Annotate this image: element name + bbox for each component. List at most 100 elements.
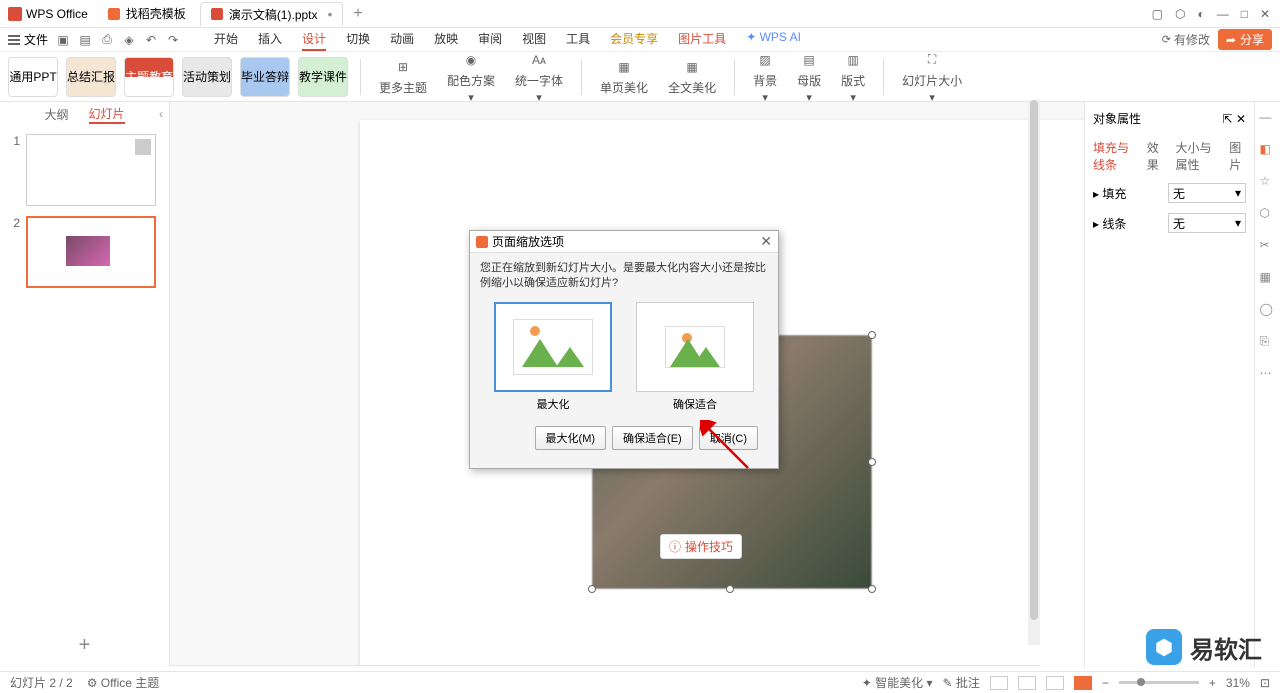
resize-handle-ne[interactable]: [868, 331, 876, 339]
tab-template-search[interactable]: 找稻壳模板: [98, 2, 196, 26]
menu-tab-animation[interactable]: 动画: [390, 28, 414, 51]
clipboard-icon[interactable]: ⎘: [1260, 334, 1276, 350]
menu-tab-vip[interactable]: 会员专享: [610, 28, 658, 51]
single-page-beautify-button[interactable]: ▦单页美化: [594, 57, 654, 96]
titlebar: WPS Office 找稻壳模板 演示文稿(1).pptx • + ▢ ⬡ ◐ …: [0, 0, 1280, 28]
maximize-icon[interactable]: □: [1241, 7, 1248, 21]
tools-icon[interactable]: ✂: [1260, 238, 1276, 254]
tab-document[interactable]: 演示文稿(1).pptx •: [200, 2, 344, 26]
new-tab-button[interactable]: +: [345, 5, 370, 23]
pptx-icon: [211, 8, 223, 20]
full-doc-beautify-button[interactable]: ▦全文美化: [662, 57, 722, 96]
unsaved-indicator[interactable]: ⟳ 有修改: [1162, 31, 1210, 48]
user-avatar-icon[interactable]: ◐: [1197, 7, 1204, 21]
save-icon[interactable]: ▣: [56, 33, 70, 47]
dialog-titlebar[interactable]: 页面缩放选项 ✕: [470, 231, 778, 253]
more-themes-button[interactable]: ⊞更多主题: [373, 57, 433, 96]
tab-effects[interactable]: 效果: [1147, 139, 1164, 173]
background-button[interactable]: ▨背景 ▾: [747, 50, 783, 104]
pin-icon[interactable]: ⇱: [1223, 112, 1233, 126]
resize-handle-e[interactable]: [868, 458, 876, 466]
dialog-close-icon[interactable]: ✕: [760, 233, 772, 250]
tab-size-props[interactable]: 大小与属性: [1176, 139, 1218, 173]
template-graduation[interactable]: 毕业答辩: [240, 57, 290, 97]
more-icon[interactable]: ⋯: [1260, 366, 1276, 382]
menu-tab-transition[interactable]: 切换: [346, 28, 370, 51]
minimize-icon[interactable]: —: [1217, 7, 1229, 21]
star-icon[interactable]: ☆: [1260, 174, 1276, 190]
template-activity[interactable]: 活动策划: [182, 57, 232, 97]
tip-icon: ⓘ: [669, 538, 681, 555]
slide-size-button[interactable]: ⛶幻灯片大小 ▾: [896, 50, 968, 104]
line-select[interactable]: 无▾: [1168, 213, 1246, 233]
resize-handle-sw[interactable]: [588, 585, 596, 593]
share-button[interactable]: ➦ 分享: [1218, 29, 1272, 50]
print-icon[interactable]: ⎙: [100, 33, 114, 47]
option-ensure-fit[interactable]: 确保适合: [636, 302, 754, 412]
properties-icon[interactable]: ◧: [1260, 142, 1276, 158]
template-summary[interactable]: 总结汇报: [66, 57, 116, 97]
menu-tab-wps-ai[interactable]: ✦ WPS AI: [746, 28, 801, 51]
cancel-button[interactable]: 取消(C): [699, 426, 758, 450]
vertical-scrollbar[interactable]: [1028, 100, 1040, 645]
view-reading[interactable]: [1046, 676, 1064, 690]
tab-picture[interactable]: 图片: [1229, 139, 1246, 173]
preview-icon[interactable]: ◈: [122, 33, 136, 47]
template-general[interactable]: 通用PPT: [8, 57, 58, 97]
slides-tab[interactable]: 幻灯片: [89, 105, 125, 124]
zoom-out-icon[interactable]: −: [1102, 676, 1109, 690]
menu-tab-slideshow[interactable]: 放映: [434, 28, 458, 51]
color-scheme-button[interactable]: ◉配色方案 ▾: [441, 50, 501, 104]
scrollbar-thumb[interactable]: [1030, 100, 1038, 620]
file-menu[interactable]: 文件: [8, 31, 48, 48]
slide-thumb-1[interactable]: 1: [8, 134, 161, 206]
ensure-fit-button[interactable]: 确保适合(E): [612, 426, 693, 450]
add-slide-button[interactable]: +: [0, 624, 169, 667]
menu-tab-tools[interactable]: 工具: [566, 28, 590, 51]
template-teaching[interactable]: 教学课件: [298, 57, 348, 97]
unify-fonts-button[interactable]: Aᴀ统一字体 ▾: [509, 50, 569, 104]
menu-tab-view[interactable]: 视图: [522, 28, 546, 51]
redo-icon[interactable]: ↷: [166, 33, 180, 47]
smart-beautify[interactable]: ✦ 智能美化 ▾: [862, 674, 933, 691]
view-normal[interactable]: [990, 676, 1008, 690]
view-sorter[interactable]: [1018, 676, 1036, 690]
outline-tab[interactable]: 大纲: [44, 106, 68, 123]
window-layout-icon[interactable]: ▢: [1152, 7, 1163, 21]
menu-tab-picture-tools[interactable]: 图片工具: [678, 28, 726, 51]
layers-icon[interactable]: ⬡: [1260, 206, 1276, 222]
view-slideshow[interactable]: [1074, 676, 1092, 690]
layout-button[interactable]: ▥版式 ▾: [835, 50, 871, 104]
undo-icon[interactable]: ↶: [144, 33, 158, 47]
menu-tab-start[interactable]: 开始: [214, 28, 238, 51]
close-window-icon[interactable]: ✕: [1260, 7, 1270, 21]
fill-select[interactable]: 无▾: [1168, 183, 1246, 203]
cube-icon[interactable]: ⬡: [1175, 7, 1185, 21]
resize-handle-s[interactable]: [726, 585, 734, 593]
menu-tab-design[interactable]: 设计: [302, 28, 326, 51]
sidebar-collapse-icon[interactable]: —: [1260, 110, 1276, 126]
tab-modified-indicator: •: [328, 6, 333, 22]
tab-fill-line[interactable]: 填充与线条: [1093, 139, 1135, 173]
comments-button[interactable]: ✎ 批注: [942, 674, 979, 691]
maximize-button[interactable]: 最大化(M): [535, 426, 607, 450]
open-icon[interactable]: ▤: [78, 33, 92, 47]
grid-icon[interactable]: ▦: [1260, 270, 1276, 286]
zoom-in-icon[interactable]: +: [1209, 676, 1216, 690]
zoom-value[interactable]: 31%: [1226, 676, 1250, 690]
menu-tab-insert[interactable]: 插入: [258, 28, 282, 51]
help-icon[interactable]: ◯: [1260, 302, 1276, 318]
operation-tip[interactable]: ⓘ操作技巧: [660, 534, 742, 559]
fit-to-window-icon[interactable]: ⊡: [1260, 676, 1270, 690]
option-maximize[interactable]: 最大化: [494, 302, 612, 412]
slide-thumb-2[interactable]: 2: [8, 216, 161, 288]
template-theme-edu[interactable]: 主题教育: [124, 57, 174, 97]
slide-counter[interactable]: 幻灯片 2 / 2: [10, 674, 73, 691]
theme-info[interactable]: ⚙ Office 主题: [87, 674, 160, 691]
resize-handle-se[interactable]: [868, 585, 876, 593]
collapse-panel-icon[interactable]: ‹: [159, 107, 163, 121]
close-panel-icon[interactable]: ✕: [1236, 112, 1246, 126]
zoom-slider[interactable]: [1119, 681, 1199, 684]
menu-tab-review[interactable]: 审阅: [478, 28, 502, 51]
master-button[interactable]: ▤母版 ▾: [791, 50, 827, 104]
